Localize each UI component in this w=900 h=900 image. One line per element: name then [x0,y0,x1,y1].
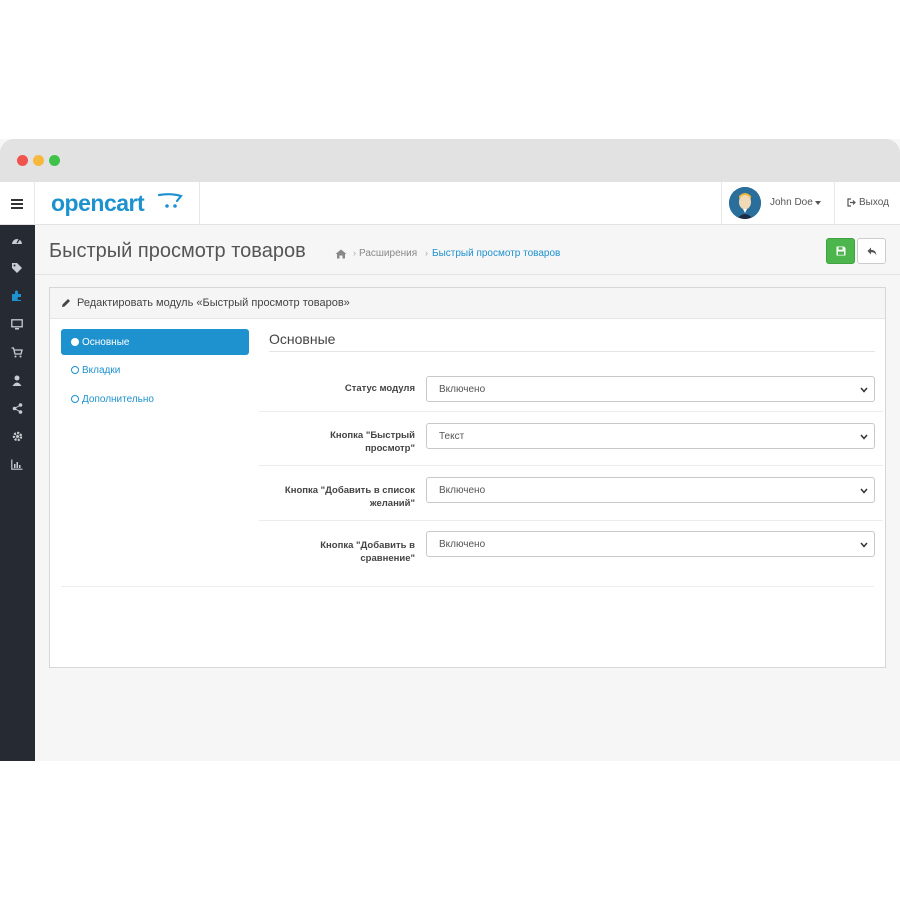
hamburger-icon [11,198,23,209]
pencil-icon [62,299,70,307]
reply-icon [867,247,876,255]
form-row-quick-view-button: Кнопка "Быстрый просмотр" Текст [259,412,883,466]
save-icon [836,246,845,256]
user-menu[interactable]: John Doe [721,182,834,225]
panel-title: Редактировать модуль «Быстрый просмотр т… [77,297,350,309]
chevron-down-icon [860,542,868,548]
tab-tabs[interactable]: Вкладки [61,357,249,383]
logo-cart-icon [157,193,183,208]
tab-label: Основные [82,336,130,348]
form-row-compare-button: Кнопка "Добавить в сравнение" Включено [259,521,883,575]
divider [61,586,874,587]
field-label: Статус модуля [344,383,415,394]
tab-main[interactable]: Основные [61,329,249,355]
gear-icon[interactable] [9,428,25,444]
chevron-down-icon [860,387,868,393]
chevron-down-icon [815,201,821,205]
select-value: Включено [439,484,486,496]
maximize-window-dot[interactable] [49,155,60,166]
tab-additional[interactable]: Дополнительно [61,386,249,412]
filled-circle-icon [71,338,79,346]
breadcrumb-extensions[interactable]: Расширения [359,248,417,259]
circle-outline-icon [71,395,79,403]
sign-out-icon [847,198,856,207]
circle-outline-icon [71,366,79,374]
quick-view-button-select[interactable]: Текст [426,423,875,449]
logout-label: Выход [859,197,889,208]
dashboard-icon[interactable] [9,232,25,248]
logo-text: opencart [51,190,145,216]
breadcrumb-separator: › [353,248,356,258]
browser-title-bar [0,139,900,182]
tag-icon[interactable] [9,260,25,276]
panel-heading: Редактировать модуль «Быстрый просмотр т… [50,288,885,319]
browser-window: opencart John Doe Выход Быстрый просмотр… [0,139,900,761]
wishlist-button-select[interactable]: Включено [426,477,875,503]
page-header: Быстрый просмотр товаров › Расширения › … [35,225,900,275]
tab-label: Вкладки [82,364,121,376]
user-icon[interactable] [9,372,25,388]
breadcrumb-current[interactable]: Быстрый просмотр товаров [432,248,560,259]
select-value: Включено [439,383,486,395]
page-title: Быстрый просмотр товаров [49,240,306,262]
menu-toggle-button[interactable] [0,182,35,225]
section-title: Основные [269,331,336,347]
close-window-dot[interactable] [17,155,28,166]
cart-icon[interactable] [9,344,25,360]
module-status-select[interactable]: Включено [426,376,875,402]
edit-module-panel: Редактировать модуль «Быстрый просмотр т… [49,287,886,668]
field-label: Кнопка "Быстрый просмотр" [330,430,415,454]
user-name: John Doe [770,197,813,208]
home-icon[interactable] [335,249,347,259]
minimize-window-dot[interactable] [33,155,44,166]
field-label: Кнопка "Добавить в список желаний" [284,485,415,509]
desktop-icon[interactable] [9,316,25,332]
field-label: Кнопка "Добавить в сравнение" [320,540,415,564]
save-button[interactable] [826,238,855,264]
form-row-module-status: Статус модуля Включено [259,364,883,412]
back-button[interactable] [857,238,886,264]
logout-link[interactable]: Выход [834,182,900,225]
compare-button-select[interactable]: Включено [426,531,875,557]
share-icon[interactable] [9,400,25,416]
avatar [729,187,761,219]
bar-chart-icon[interactable] [9,456,25,472]
sidebar [0,225,35,761]
tab-label: Дополнительно [82,393,154,405]
form-row-wishlist-button: Кнопка "Добавить в список желаний" Включе… [259,466,883,521]
puzzle-icon[interactable] [9,288,25,304]
chevron-down-icon [860,434,868,440]
opencart-logo[interactable]: opencart [35,182,200,225]
top-header: opencart John Doe Выход [0,182,900,225]
select-value: Текст [439,430,465,442]
breadcrumb-separator: › [425,248,428,258]
divider [269,351,875,352]
chevron-down-icon [860,488,868,494]
select-value: Включено [439,538,486,550]
